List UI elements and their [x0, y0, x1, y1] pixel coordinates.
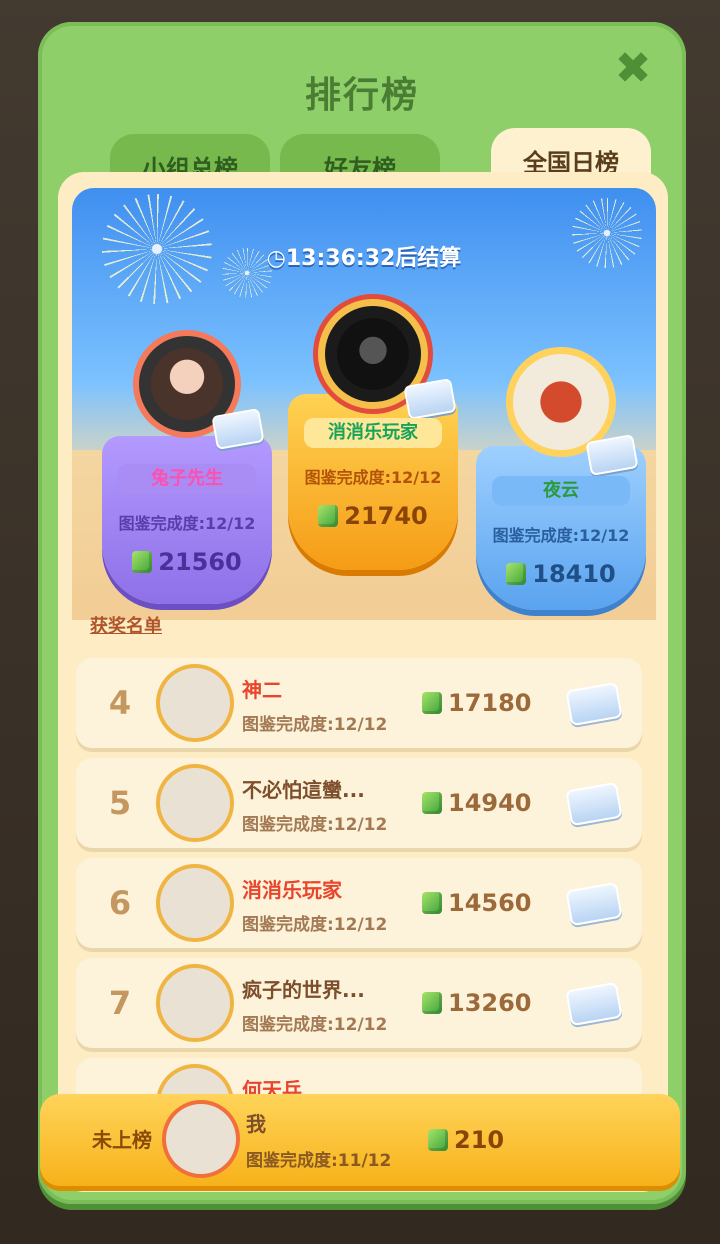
collection-progress: 图鉴完成度:12/12 [304, 468, 442, 487]
avatar [160, 668, 230, 738]
avatar [160, 868, 230, 938]
avatar [160, 768, 230, 838]
gem-icon [506, 563, 527, 585]
player-name: 夜云 [492, 476, 630, 506]
player-name: 疯子的世界... [242, 978, 365, 1002]
player-score: 18410 [476, 560, 646, 588]
list-item[interactable]: 5 不必怕這蠻... 图鉴完成度:12/12 14940 [76, 758, 642, 848]
rank-number: 6 [108, 884, 132, 922]
player-score: 210 [428, 1094, 504, 1186]
gem-icon [422, 792, 442, 814]
player-score: 21560 [102, 548, 272, 576]
collection-progress: 图鉴完成度:11/12 [246, 1151, 392, 1171]
player-name: 我 [246, 1112, 266, 1136]
card-box-icon [565, 681, 623, 727]
gem-icon [428, 1129, 448, 1151]
list-item[interactable]: 4 神二 图鉴完成度:12/12 17180 [76, 658, 642, 748]
gem-icon [422, 892, 442, 914]
rank-number: 5 [108, 784, 132, 822]
collection-progress: 图鉴完成度:12/12 [242, 1015, 388, 1035]
avatar [513, 354, 609, 450]
podium-first[interactable]: 消消乐玩家 图鉴完成度:12/12 21740 [288, 300, 458, 570]
card-box-icon [565, 781, 623, 827]
player-name: 消消乐玩家 [304, 418, 442, 448]
collection-progress: 图鉴完成度:12/12 [492, 526, 630, 545]
podium-scene: ◷13:36:32后结算 兔子先生 图鉴完成度:12/12 21560 消消乐玩… [72, 188, 656, 620]
podium-third[interactable]: 夜云 图鉴完成度:12/12 18410 [476, 348, 646, 610]
settle-timer: ◷13:36:32后结算 [266, 246, 462, 271]
collection-progress: 图鉴完成度:12/12 [242, 815, 388, 835]
page-title: 排行榜 [304, 75, 419, 116]
close-icon[interactable]: ✖ [610, 46, 656, 92]
player-name: 神二 [242, 678, 282, 702]
card-box-icon [565, 981, 623, 1027]
list-item[interactable]: 7 疯子的世界... 图鉴完成度:12/12 13260 [76, 958, 642, 1048]
gem-icon [318, 505, 339, 527]
my-rank-bar[interactable]: 未上榜 我 图鉴完成度:11/12 210 [40, 1094, 680, 1186]
card-box-icon [565, 881, 623, 927]
rank-number: 4 [108, 684, 132, 722]
player-score: 14560 [422, 858, 532, 948]
player-name: 兔子先生 [118, 464, 256, 494]
gem-icon [132, 551, 153, 573]
rank-number: 7 [108, 984, 132, 1022]
player-score: 21740 [288, 502, 458, 530]
gem-icon [422, 992, 442, 1014]
player-name: 不必怕這蠻... [242, 778, 365, 802]
avatar [160, 968, 230, 1038]
winners-list-link[interactable]: 获奖名单 [90, 612, 162, 638]
avatar [166, 1104, 236, 1174]
my-rank-status: 未上榜 [92, 1128, 152, 1152]
collection-progress: 图鉴完成度:12/12 [242, 915, 388, 935]
collection-progress: 图鉴完成度:12/12 [118, 514, 256, 533]
podium-second[interactable]: 兔子先生 图鉴完成度:12/12 21560 [102, 324, 272, 604]
player-score: 17180 [422, 658, 532, 748]
gem-icon [422, 692, 442, 714]
player-name: 消消乐玩家 [242, 878, 342, 902]
list-item[interactable]: 6 消消乐玩家 图鉴完成度:12/12 14560 [76, 858, 642, 948]
content-area: ◷13:36:32后结算 兔子先生 图鉴完成度:12/12 21560 消消乐玩… [58, 172, 668, 1192]
collection-progress: 图鉴完成度:12/12 [242, 715, 388, 735]
player-score: 14940 [422, 758, 532, 848]
player-score: 13260 [422, 958, 532, 1048]
